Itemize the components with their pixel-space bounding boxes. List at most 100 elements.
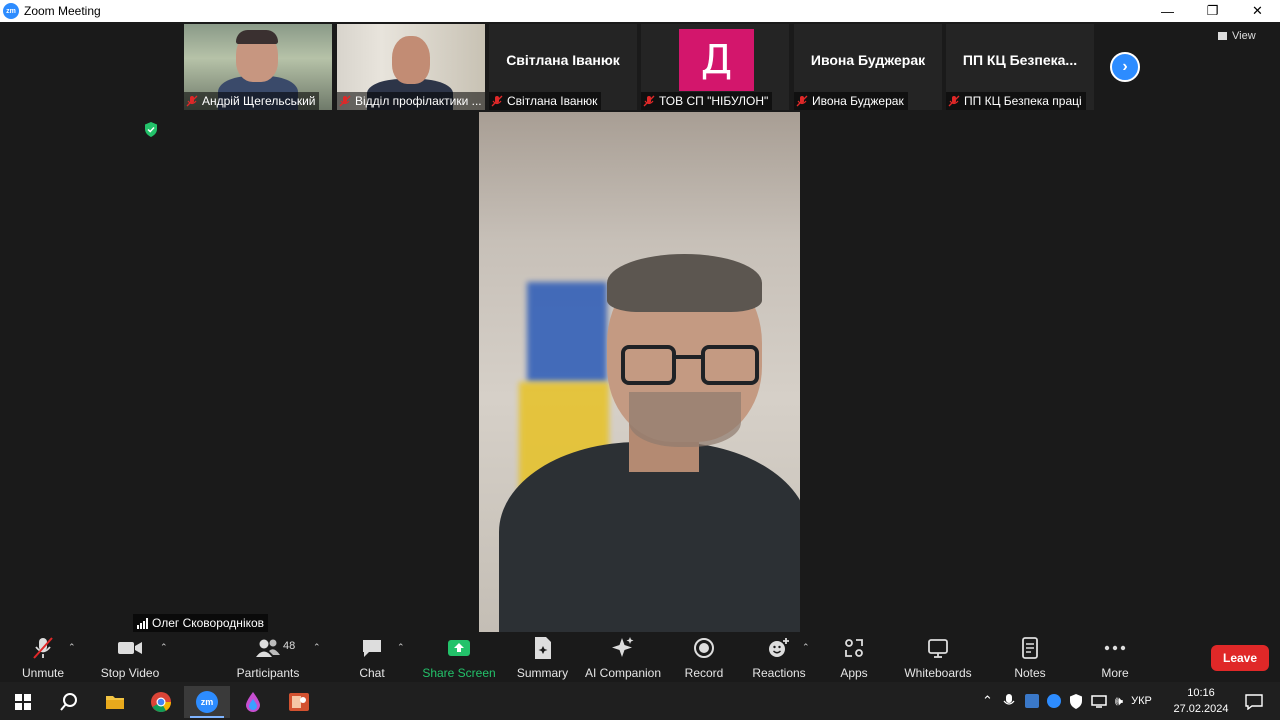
speaker-beard bbox=[629, 392, 741, 447]
file-explorer-icon[interactable] bbox=[92, 686, 138, 718]
meeting-toolbar: Unmute ⌃ Stop Video ⌃ Participants 48 ⌃ … bbox=[0, 632, 1280, 682]
windows-logo bbox=[15, 694, 31, 710]
participant-tile[interactable]: Андрій Щегельський bbox=[184, 24, 332, 110]
microphone-tray-icon[interactable] bbox=[1003, 693, 1015, 709]
language-indicator[interactable]: УКР bbox=[1131, 695, 1152, 707]
view-button[interactable]: View bbox=[1218, 30, 1256, 42]
minimize-button[interactable]: — bbox=[1145, 0, 1190, 22]
record-icon-wrap bbox=[693, 636, 715, 660]
clock-time: 10:16 bbox=[1187, 687, 1215, 699]
muted-mic-icon bbox=[643, 95, 655, 107]
search-icon[interactable] bbox=[46, 686, 92, 718]
emoji-icon bbox=[769, 638, 789, 657]
participant-tile[interactable]: Ивона Буджерак Ивона Буджерак bbox=[794, 24, 942, 110]
apps-label: Apps bbox=[840, 666, 868, 680]
participants-label: Participants bbox=[236, 666, 300, 680]
summary-icon bbox=[534, 637, 551, 659]
audio-options-caret-icon[interactable]: ⌃ bbox=[68, 642, 76, 653]
participant-label: Андрій Щегельський bbox=[184, 92, 320, 110]
reactions-options-caret-icon[interactable]: ⌃ bbox=[802, 642, 810, 653]
notes-button[interactable]: Notes bbox=[1010, 636, 1050, 680]
chat-icon-wrap bbox=[361, 636, 383, 660]
summary-button[interactable]: Summary bbox=[515, 636, 570, 680]
chrome-glyph bbox=[151, 692, 172, 712]
encryption-shield-icon[interactable] bbox=[144, 122, 158, 137]
notes-icon-wrap bbox=[1021, 636, 1039, 660]
muted-mic-icon bbox=[948, 95, 960, 107]
window-title: Zoom Meeting bbox=[24, 4, 101, 18]
next-page-button[interactable]: › bbox=[1110, 52, 1140, 82]
chat-button[interactable]: Chat bbox=[352, 636, 392, 680]
chat-label: Chat bbox=[359, 666, 385, 680]
powerpoint-glyph bbox=[289, 693, 309, 711]
participant-tile[interactable]: Відділ профілактики ... bbox=[337, 24, 485, 110]
whiteboards-label: Whiteboards bbox=[904, 666, 972, 680]
unmute-button[interactable]: Unmute bbox=[20, 636, 66, 680]
restore-button[interactable]: ❐ bbox=[1190, 0, 1235, 22]
participant-tile[interactable]: Світлана Іванюк Світлана Іванюк bbox=[489, 24, 637, 110]
apps-button[interactable]: Apps bbox=[836, 636, 872, 680]
participants-count: 48 bbox=[283, 640, 296, 652]
muted-mic-icon bbox=[491, 95, 503, 107]
more-button[interactable]: More bbox=[1098, 636, 1132, 680]
record-icon bbox=[694, 638, 714, 658]
folder-glyph bbox=[106, 696, 124, 709]
zoom-glyph: zm bbox=[196, 691, 218, 713]
participant-tile[interactable]: ПП КЦ Безпека... ПП КЦ Безпека праці bbox=[946, 24, 1094, 110]
unmute-label: Unmute bbox=[21, 666, 65, 680]
volume-icon[interactable]: 🕪 bbox=[1115, 693, 1123, 709]
chevron-up-icon[interactable]: ⌃ bbox=[982, 693, 993, 709]
summary-icon-wrap bbox=[533, 636, 553, 660]
ai-sparkle-icon bbox=[612, 637, 634, 657]
close-button[interactable]: ✕ bbox=[1235, 0, 1280, 22]
powerpoint-icon[interactable] bbox=[276, 686, 322, 718]
security-shield-tray-icon[interactable] bbox=[1069, 693, 1083, 709]
record-button[interactable]: Record bbox=[684, 636, 724, 680]
ai-companion-button[interactable]: AI Companion bbox=[585, 636, 661, 680]
view-label: View bbox=[1232, 30, 1256, 42]
network-icon[interactable] bbox=[1091, 694, 1107, 708]
reactions-button[interactable]: Reactions bbox=[752, 636, 806, 680]
clock[interactable]: 10:16 27.02.2024 bbox=[1170, 685, 1232, 717]
os-taskbar: zm ⌃ 🕪 УКР 10:16 27.02.2024 bbox=[0, 682, 1280, 720]
muted-mic-icon bbox=[186, 95, 198, 107]
windows-start-icon[interactable] bbox=[0, 686, 46, 718]
participant-name: Світлана Іванюк bbox=[507, 94, 598, 108]
participant-label: ПП КЦ Безпека праці bbox=[946, 92, 1086, 110]
speaker-hair bbox=[607, 254, 762, 312]
participant-tile[interactable]: Д ТОВ СП "НІБУЛОН" bbox=[641, 24, 789, 110]
zoom-taskbar-icon[interactable]: zm bbox=[184, 686, 230, 718]
chat-options-caret-icon[interactable]: ⌃ bbox=[397, 642, 405, 653]
paint-drop-icon[interactable] bbox=[230, 686, 276, 718]
video-options-caret-icon[interactable]: ⌃ bbox=[160, 642, 168, 653]
leave-button[interactable]: Leave bbox=[1211, 645, 1269, 671]
participants-options-caret-icon[interactable]: ⌃ bbox=[313, 642, 321, 653]
participants-icon bbox=[256, 639, 280, 657]
chrome-icon[interactable] bbox=[138, 686, 184, 718]
chat-icon bbox=[363, 640, 381, 657]
camera-icon-wrap bbox=[117, 636, 143, 660]
reactions-label: Reactions bbox=[752, 666, 806, 680]
more-dots-icon bbox=[1104, 645, 1126, 651]
whiteboards-button[interactable]: Whiteboards bbox=[903, 636, 973, 680]
glasses-right bbox=[701, 345, 759, 385]
participants-icon-wrap bbox=[255, 636, 281, 660]
participant-display-name: Світлана Іванюк bbox=[506, 52, 620, 68]
stop-video-button[interactable]: Stop Video bbox=[100, 636, 160, 680]
share-screen-button[interactable]: Share Screen bbox=[422, 636, 496, 680]
notification-icon[interactable] bbox=[1234, 686, 1274, 718]
edge-tray-icon[interactable] bbox=[1046, 694, 1061, 708]
network-app-tray-icon[interactable] bbox=[1024, 694, 1039, 708]
magnifier-glyph bbox=[60, 693, 77, 711]
more-icon-wrap bbox=[1104, 636, 1126, 660]
chevron-right-icon: › bbox=[1122, 58, 1128, 75]
window-controls: — ❐ ✕ bbox=[1145, 0, 1280, 22]
participant-label: Відділ профілактики ... bbox=[337, 92, 485, 110]
ai-icon-wrap bbox=[611, 636, 635, 660]
participant-name: Відділ профілактики ... bbox=[355, 94, 482, 108]
participant-label: ТОВ СП "НІБУЛОН" bbox=[641, 92, 773, 110]
flag-blue bbox=[527, 282, 607, 382]
participant-label: Ивона Буджерак bbox=[794, 92, 908, 110]
glasses-left bbox=[621, 345, 676, 385]
share-icon-wrap bbox=[447, 636, 471, 660]
